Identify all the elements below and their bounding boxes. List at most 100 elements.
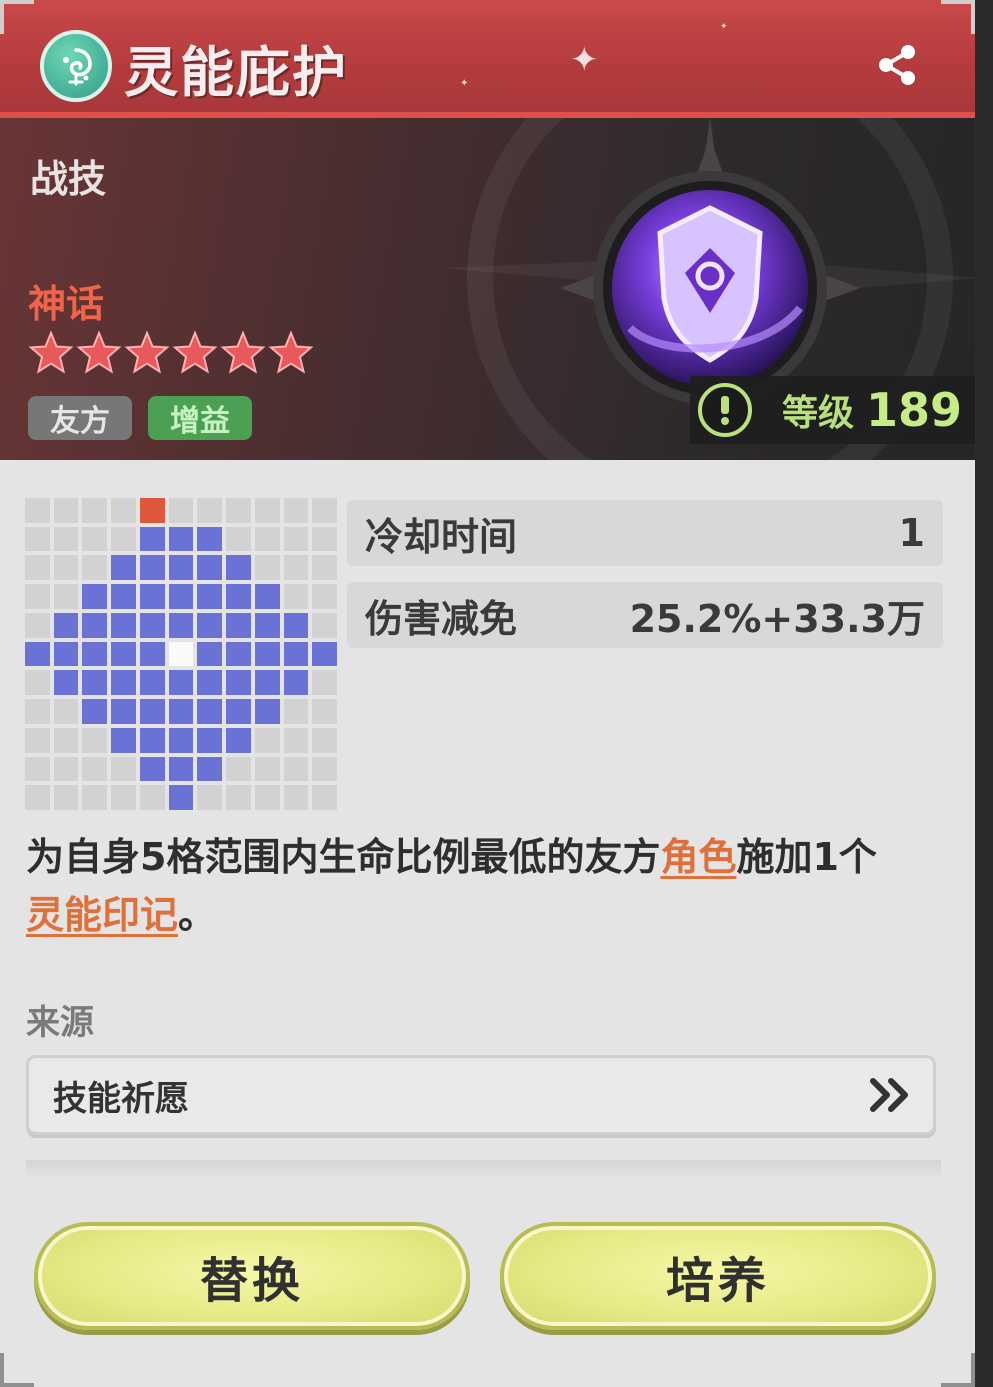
grid-cell-range [111, 612, 136, 638]
grid-cell-range [197, 727, 223, 753]
share-button[interactable] [872, 40, 922, 90]
grid-cell-range [283, 641, 309, 667]
grid-cell-range [197, 641, 223, 667]
replace-button[interactable]: 替换 [34, 1222, 470, 1330]
grid-cell [82, 498, 108, 523]
grid-cell-range [111, 641, 136, 667]
grid-cell [312, 498, 337, 523]
grid-cell-range [168, 727, 194, 753]
keyword-link-psionic-mark[interactable]: 灵能印记 [26, 893, 178, 937]
grid-cell-range [168, 526, 194, 552]
source-item-label: 技能祈愿 [53, 1078, 189, 1119]
sparkle-decoration: ✦ [570, 40, 599, 80]
grid-cell [111, 526, 136, 552]
grid-cell [82, 785, 108, 810]
grid-cell [25, 670, 50, 696]
stat-name: 伤害减免 [365, 596, 518, 641]
grid-cell-range [82, 641, 108, 667]
grid-cell-range [53, 612, 79, 638]
grid-cell-range [283, 612, 309, 638]
stat-row-damage-reduction: 伤害减免 25.2%+33.3万 [347, 582, 943, 648]
warning-icon[interactable] [698, 383, 752, 437]
grid-cell-self [168, 641, 194, 667]
stat-value: 1 [898, 511, 925, 555]
tag-effect: 增益 [148, 396, 252, 440]
keyword-link-character[interactable]: 角色 [660, 835, 736, 879]
grid-cell [168, 498, 194, 523]
grid-cell [197, 498, 223, 523]
grid-cell [53, 785, 79, 810]
grid-cell [82, 727, 108, 753]
stat-row-cooldown: 冷却时间 1 [347, 500, 943, 566]
sparkle-decoration: ✦ [720, 22, 728, 32]
description-text: 施加1个 [736, 835, 877, 879]
grid-cell [25, 584, 50, 609]
corner-ornament [0, 0, 34, 34]
grid-cell [312, 555, 337, 581]
grid-cell [111, 756, 136, 782]
grid-cell-range [139, 584, 165, 609]
grid-cell [283, 526, 309, 552]
star-icon [76, 330, 122, 374]
skill-card: 灵能庇护 ✦ ✦ ✦ 战技 神话 友方 增益 等级 189 冷却时间 1 伤害减… [0, 0, 975, 1387]
swirl-emblem-icon [40, 30, 112, 102]
source-label: 来源 [26, 1003, 94, 1043]
grid-cell [25, 756, 50, 782]
grid-cell [53, 584, 79, 609]
grid-cell-range [168, 612, 194, 638]
description-text: 为自身5格范围内生命比例最低的友方 [26, 835, 661, 879]
grid-cell [139, 785, 165, 810]
cultivate-button-label: 培养 [665, 1253, 770, 1309]
grid-cell-range [168, 670, 194, 696]
grid-cell-range [254, 584, 280, 609]
grid-cell [53, 498, 79, 523]
corner-ornament [0, 1353, 34, 1387]
grid-cell-range [111, 727, 136, 753]
cultivate-button[interactable]: 培养 [500, 1222, 936, 1330]
grid-cell-range [139, 555, 165, 581]
grid-cell [226, 756, 251, 782]
grid-cell [312, 756, 337, 782]
grid-cell [82, 526, 108, 552]
star-icon [268, 330, 314, 374]
source-item-button[interactable]: 技能祈愿 [26, 1055, 936, 1135]
replace-button-label: 替换 [199, 1253, 304, 1309]
grid-cell-range [197, 555, 223, 581]
level-value: 189 [866, 383, 963, 437]
grid-cell-range [168, 584, 194, 609]
grid-cell [53, 555, 79, 581]
grid-cell [283, 584, 309, 609]
grid-cell-range [139, 670, 165, 696]
grid-cell-origin [139, 498, 165, 523]
grid-cell-range [53, 670, 79, 696]
star-icon [28, 330, 74, 374]
grid-cell [226, 785, 251, 810]
grid-cell-range [226, 699, 251, 724]
grid-cell [82, 555, 108, 581]
grid-cell-range [197, 756, 223, 782]
skill-title: 灵能庇护 [124, 41, 348, 104]
grid-cell [25, 727, 50, 753]
share-icon [879, 45, 915, 85]
grid-cell-range [111, 699, 136, 724]
grid-cell-range [139, 641, 165, 667]
description-text: 。 [178, 893, 217, 937]
grid-cell [254, 785, 280, 810]
grid-cell [197, 785, 223, 810]
grid-cell-range [139, 612, 165, 638]
tag-list: 友方 增益 [28, 396, 252, 440]
grid-cell-range [168, 785, 194, 810]
stat-value: 25.2%+33.3万 [629, 596, 925, 641]
grid-cell [25, 699, 50, 724]
grid-cell [25, 555, 50, 581]
skill-type: 战技 [30, 157, 107, 201]
double-chevron-right-icon [870, 1078, 908, 1112]
grid-cell-range [111, 670, 136, 696]
stat-name: 冷却时间 [365, 514, 518, 559]
grid-cell [53, 756, 79, 782]
grid-cell-range [254, 612, 280, 638]
grid-cell-range [82, 612, 108, 638]
level-box: 等级 189 [690, 376, 975, 444]
grid-cell [312, 584, 337, 609]
grid-cell-range [226, 555, 251, 581]
